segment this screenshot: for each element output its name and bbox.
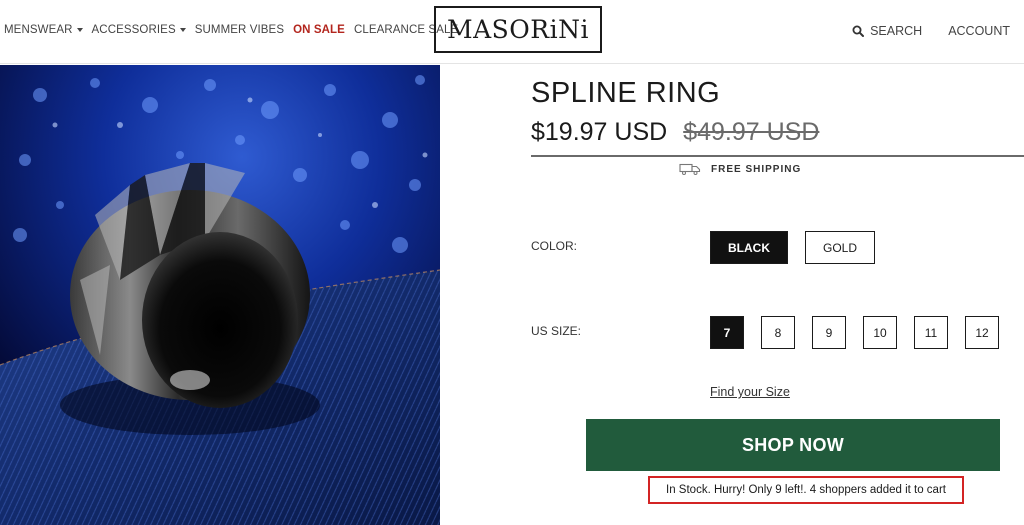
search-button[interactable]: SEARCH xyxy=(852,24,922,38)
product-title: SPLINE RING xyxy=(531,77,721,109)
size-option-9[interactable]: 9 xyxy=(812,316,846,349)
size-options: 7 8 9 10 11 12 xyxy=(710,316,1016,349)
main-nav: MENSWEAR ACCESSORIES SUMMER VIBES ON SAL… xyxy=(4,24,467,36)
nav-item-on-sale[interactable]: ON SALE xyxy=(293,24,345,36)
nav-item-label: MENSWEAR xyxy=(4,24,73,36)
color-label: COLOR: xyxy=(531,239,578,253)
price-divider xyxy=(531,155,1024,157)
nav-item-summer-vibes[interactable]: SUMMER VIBES xyxy=(195,24,284,36)
compare-at-price: $49.97 USD xyxy=(683,118,820,146)
color-options: BLACK GOLD xyxy=(710,231,892,264)
nav-item-label: SUMMER VIBES xyxy=(194,24,285,36)
nav-item-label: ACCESSORIES xyxy=(91,24,176,36)
price-row: $19.97 USD $49.97 USD xyxy=(531,118,819,147)
nav-item-accessories[interactable]: ACCESSORIES xyxy=(92,24,186,36)
free-shipping-label: FREE SHIPPING xyxy=(711,163,802,175)
free-shipping-badge: FREE SHIPPING xyxy=(679,163,801,175)
nav-item-label: ON SALE xyxy=(293,24,345,36)
color-option-gold[interactable]: GOLD xyxy=(805,231,876,264)
search-icon xyxy=(852,25,865,37)
size-option-11[interactable]: 11 xyxy=(914,316,948,349)
stock-message: In Stock. Hurry! Only 9 left!. 4 shopper… xyxy=(648,476,964,504)
site-logo[interactable]: MASORiNi xyxy=(434,6,602,53)
sale-price: $19.97 USD xyxy=(531,118,668,146)
truck-icon xyxy=(679,163,701,175)
black-ring-photo xyxy=(0,65,440,525)
search-label: SEARCH xyxy=(870,24,923,38)
chevron-down-icon xyxy=(76,28,83,32)
find-your-size-link[interactable]: Find your Size xyxy=(710,385,790,399)
color-option-black[interactable]: BLACK xyxy=(710,231,788,264)
size-option-7[interactable]: 7 xyxy=(710,316,744,349)
size-option-12[interactable]: 12 xyxy=(965,316,999,349)
size-option-8[interactable]: 8 xyxy=(761,316,795,349)
header-actions: SEARCH ACCOUNT xyxy=(852,24,1010,38)
site-header: MENSWEAR ACCESSORIES SUMMER VIBES ON SAL… xyxy=(0,0,1024,64)
shop-now-button[interactable]: SHOP NOW xyxy=(586,419,1000,471)
account-link[interactable]: ACCOUNT xyxy=(948,24,1010,38)
nav-item-menswear[interactable]: MENSWEAR xyxy=(4,24,83,36)
size-option-10[interactable]: 10 xyxy=(863,316,897,349)
size-label: US SIZE: xyxy=(531,324,582,338)
chevron-down-icon xyxy=(179,28,186,32)
product-image[interactable] xyxy=(0,65,440,525)
